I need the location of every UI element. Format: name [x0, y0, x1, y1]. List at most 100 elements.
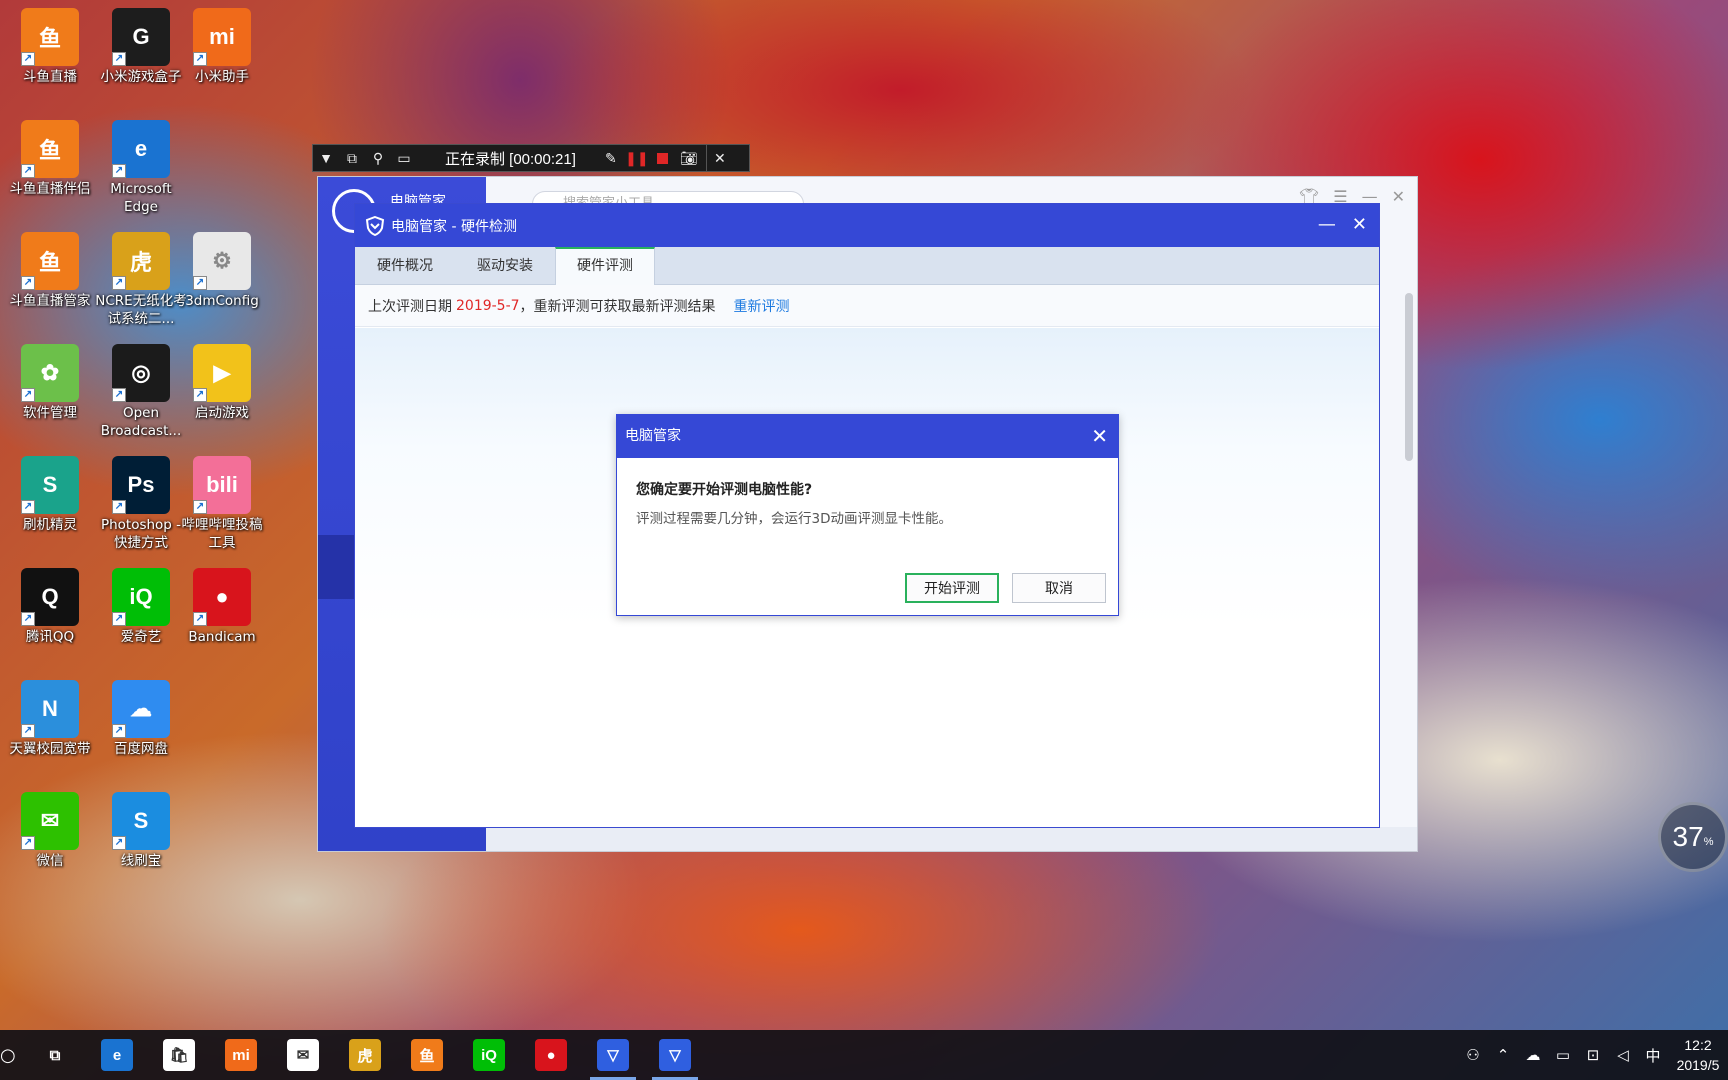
taskbar-item[interactable]: iQ [458, 1030, 520, 1080]
xianshuabao-icon: S ↗ [112, 792, 170, 850]
desktop-icon-label: 天翼校园宽带 [9, 741, 91, 757]
shortcut-arrow-icon: ↗ [193, 388, 207, 402]
taskbar-item[interactable]: ▽ [644, 1030, 706, 1080]
edge-icon: e [101, 1039, 133, 1071]
flash-sprite-icon: S ↗ [21, 456, 79, 514]
desktop-icon[interactable]: mi ↗ 小米助手 [176, 8, 268, 86]
desktop-icon[interactable]: 鱼 ↗ 斗鱼直播管家 [4, 232, 96, 310]
mail-icon: ✉ [287, 1039, 319, 1071]
desktop-icon[interactable]: G ↗ 小米游戏盒子 [95, 8, 187, 86]
shortcut-arrow-icon: ↗ [112, 164, 126, 178]
rerun-benchmark-link[interactable]: 重新评测 [734, 296, 790, 316]
chevron-up-icon[interactable]: ⌃ [1488, 1046, 1518, 1064]
dropdown-arrow-icon[interactable]: ▼ [313, 145, 339, 171]
desktop-icon-label: NCRE无纸化考试系统二... [95, 293, 187, 327]
taskbar-item[interactable]: ✉ [272, 1030, 334, 1080]
mi-game-box-icon: G ↗ [112, 8, 170, 66]
desktop-icon[interactable]: 鱼 ↗ 斗鱼直播伴侣 [4, 120, 96, 198]
system-tray: ⚇ ⌃ ☁ ▭ ⊡ ◁ 中 12:2 2019/5 [1458, 1030, 1728, 1080]
desktop-icon[interactable]: e ↗ Microsoft Edge [95, 120, 187, 216]
cpu-usage-unit: % [1703, 836, 1714, 848]
desktop-icon-label: Microsoft Edge [110, 181, 172, 215]
stop-icon[interactable] [650, 145, 676, 171]
desktop-icon[interactable]: ☁ ↗ 百度网盘 [95, 680, 187, 758]
desktop-icon[interactable]: ⚙ ↗ 3dmConfig [176, 232, 268, 310]
taskbar-item[interactable]: 🛍︎ [148, 1030, 210, 1080]
minimize-icon[interactable]: — [1318, 214, 1336, 235]
recording-toolbar: ▼ ⧉ ⚲ ▭ 正在录制 [00:00:21] ✎ ❚❚ 📷︎ ✕ [312, 144, 750, 172]
search-icon[interactable]: ○ [0, 1030, 16, 1080]
close-icon[interactable]: ✕ [1392, 187, 1405, 206]
desktop-icon[interactable]: 虎 ↗ NCRE无纸化考试系统二... [95, 232, 187, 328]
pause-icon[interactable]: ❚❚ [624, 145, 650, 171]
tab-hardware-benchmark[interactable]: 硬件评测 [555, 247, 655, 285]
hw-window-title: 电脑管家 - 硬件检测 [391, 218, 517, 235]
desktop-icon[interactable]: ✉ ↗ 微信 [4, 792, 96, 870]
desktop-icon-label: 小米游戏盒子 [100, 69, 182, 85]
desktop-icon-label: 哔哩哔哩投稿工具 [181, 517, 263, 551]
iqiyi-icon: iQ ↗ [112, 568, 170, 626]
ime-indicator[interactable]: 中 [1638, 1045, 1668, 1066]
people-icon[interactable]: ⚇ [1458, 1046, 1488, 1064]
desktop-icon-label: 微信 [36, 853, 64, 869]
start-benchmark-button[interactable]: 开始评测 [905, 573, 999, 603]
mi-icon: mi [225, 1039, 257, 1071]
pc-manager-icon: ▽ [597, 1039, 629, 1071]
desktop-icon[interactable]: bili ↗ 哔哩哔哩投稿工具 [176, 456, 268, 552]
close-icon[interactable]: ✕ [707, 145, 733, 171]
desktop-icon[interactable]: ✿ ↗ 软件管理 [4, 344, 96, 422]
desktop-icon-label: 软件管理 [23, 405, 77, 421]
camera-icon[interactable]: 📷︎ [676, 145, 702, 171]
confirm-benchmark-dialog: 电脑管家 ✕ 您确定要开始评测电脑性能? 评测过程需要几分钟，会运行3D动画评测… [616, 414, 1119, 616]
desktop-icon[interactable]: ▶ ↗ 启动游戏 [176, 344, 268, 422]
desktop-icon[interactable]: Ps ↗ Photoshop - 快捷方式 [95, 456, 187, 552]
content-footer [486, 827, 1417, 851]
cancel-button[interactable]: 取消 [1012, 573, 1106, 603]
taskbar-item[interactable]: 鱼 [396, 1030, 458, 1080]
desktop-icon[interactable]: N ↗ 天翼校园宽带 [4, 680, 96, 758]
battery-icon[interactable]: ▭ [1548, 1046, 1578, 1064]
taskbar-item[interactable]: e [86, 1030, 148, 1080]
douyu-manager-icon: 鱼 ↗ [21, 232, 79, 290]
desktop-icon[interactable]: S ↗ 线刷宝 [95, 792, 187, 870]
desktop-icon-label: 爱奇艺 [120, 629, 162, 645]
clock-time: 12:2 [1684, 1037, 1712, 1053]
pencil-icon[interactable]: ✎ [598, 145, 624, 171]
cpu-usage-gauge[interactable]: 37 % [1658, 802, 1728, 872]
tab-driver-install[interactable]: 驱动安装 [455, 247, 555, 285]
desktop-icon-label: 斗鱼直播 [23, 69, 77, 85]
desktop-icon[interactable]: Q ↗ 腾讯QQ [4, 568, 96, 646]
desktop-icon[interactable]: 鱼 ↗ 斗鱼直播 [4, 8, 96, 86]
close-icon[interactable]: ✕ [1091, 415, 1108, 458]
network-icon[interactable]: ⊡ [1578, 1046, 1608, 1064]
taskbar-item[interactable]: ▽ [582, 1030, 644, 1080]
window-select-icon[interactable]: ⧉ [339, 145, 365, 171]
zoom-icon[interactable]: ⚲ [365, 145, 391, 171]
close-icon[interactable]: ✕ [1352, 214, 1367, 235]
shortcut-arrow-icon: ↗ [21, 164, 35, 178]
tab-hardware-overview[interactable]: 硬件概况 [355, 247, 455, 285]
onedrive-icon[interactable]: ☁ [1518, 1046, 1548, 1064]
taskbar-item[interactable]: ● [520, 1030, 582, 1080]
desktop-icon-label: 线刷宝 [120, 853, 162, 869]
last-benchmark-date: 2019-5-7 [456, 297, 520, 314]
taskbar-item[interactable]: mi [210, 1030, 272, 1080]
desktop-icon[interactable]: S ↗ 刷机精灵 [4, 456, 96, 534]
obs-icon: ◎ ↗ [112, 344, 170, 402]
edge-icon: e ↗ [112, 120, 170, 178]
scrollbar[interactable] [1405, 293, 1413, 461]
volume-icon[interactable]: ◁ [1608, 1046, 1638, 1064]
desktop-icon[interactable]: iQ ↗ 爱奇艺 [95, 568, 187, 646]
clock[interactable]: 12:2 2019/5 [1668, 1035, 1728, 1075]
store-icon: 🛍︎ [163, 1039, 195, 1071]
shortcut-arrow-icon: ↗ [21, 276, 35, 290]
douyu-icon: 鱼 [411, 1039, 443, 1071]
info-prefix: 上次评测日期 [368, 298, 452, 315]
taskbar-item[interactable]: ⧉ [24, 1030, 86, 1080]
fullscreen-select-icon[interactable]: ▭ [391, 145, 417, 171]
desktop-icon[interactable]: ◎ ↗ Open Broadcast... [95, 344, 187, 440]
taskbar-item[interactable]: 虎 [334, 1030, 396, 1080]
launch-game-icon: ▶ ↗ [193, 344, 251, 402]
desktop-icon[interactable]: ● ↗ Bandicam [176, 568, 268, 646]
desktop-icon-label: 斗鱼直播伴侣 [9, 181, 91, 197]
